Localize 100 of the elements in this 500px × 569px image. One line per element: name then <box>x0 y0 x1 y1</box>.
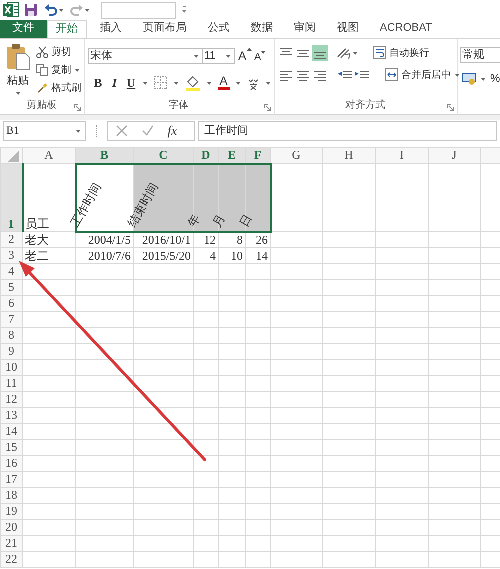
row-header[interactable]: 4 <box>0 264 22 280</box>
row-header[interactable]: 5 <box>0 280 22 296</box>
shrink-font-button[interactable]: A <box>254 50 266 64</box>
cell-text: 老二 <box>25 249 49 263</box>
caret-icon[interactable] <box>206 80 213 86</box>
font-size-select[interactable]: 11 <box>202 48 234 64</box>
save-icon[interactable] <box>24 3 38 17</box>
row-header[interactable]: 14 <box>0 424 22 440</box>
column-header[interactable]: J <box>428 148 480 164</box>
row-header[interactable]: 9 <box>0 344 22 360</box>
row-header[interactable]: 17 <box>0 472 22 488</box>
ribbon-tab[interactable]: 视图 <box>329 20 367 38</box>
dialog-launcher-icon[interactable] <box>446 104 454 111</box>
cell-text: 26 <box>256 233 268 247</box>
ribbon-tab[interactable]: 页面布局 <box>135 20 195 38</box>
column-header[interactable]: A <box>22 148 76 164</box>
row-header[interactable]: 3 <box>0 248 22 264</box>
customize-caret-icon[interactable] <box>181 5 188 15</box>
column-header[interactable]: F <box>246 148 270 164</box>
row-header[interactable]: 22 <box>0 552 22 568</box>
row-header[interactable]: 13 <box>0 408 22 424</box>
column-header[interactable]: E <box>218 148 246 164</box>
row-header[interactable]: 16 <box>0 456 22 472</box>
row-header[interactable]: 20 <box>0 520 22 536</box>
grow-font-button[interactable]: A <box>238 47 252 65</box>
row-header[interactable]: 19 <box>0 504 22 520</box>
row-header[interactable]: 8 <box>0 328 22 344</box>
scissors-icon <box>36 46 49 59</box>
cell-text: 员工 <box>26 217 50 231</box>
ribbon-tab[interactable]: 公式 <box>200 20 238 38</box>
caret-icon[interactable] <box>234 80 242 86</box>
wrap-text-button[interactable]: 自动换行 <box>372 46 430 60</box>
cell-text: 14 <box>256 249 268 263</box>
cell-text: 工作时间 <box>68 180 104 229</box>
file-tab[interactable]: 文件 <box>0 20 47 38</box>
row-header[interactable]: 12 <box>0 392 22 408</box>
insert-function-button[interactable]: fx <box>168 121 178 141</box>
cell-text: 结束时间 <box>126 180 161 229</box>
column-header[interactable]: C <box>134 148 194 164</box>
row-header[interactable]: 10 <box>0 360 22 376</box>
row-header[interactable]: 7 <box>0 312 22 328</box>
caret-icon[interactable] <box>480 76 486 82</box>
formula-field[interactable]: 工作时间 <box>198 121 498 141</box>
dialog-launcher-icon[interactable] <box>74 104 80 111</box>
group-label: 对齐方式 <box>346 98 386 113</box>
font-name-select[interactable]: 宋体 <box>88 48 202 64</box>
caret-icon[interactable] <box>264 80 272 86</box>
ribbon-tab[interactable]: 数据 <box>243 20 281 38</box>
copy-icon <box>36 64 49 77</box>
caret-up-icon <box>246 47 252 52</box>
ribbon-tab[interactable]: 开始 <box>47 20 87 38</box>
row-header[interactable]: 15 <box>0 440 22 456</box>
italic-button[interactable]: I <box>109 74 120 92</box>
caret-icon[interactable] <box>352 50 358 56</box>
quick-access-field[interactable] <box>100 2 176 18</box>
row-header[interactable]: 11 <box>0 376 22 392</box>
clipboard-icon <box>5 43 31 71</box>
paste-button[interactable]: 粘贴 <box>3 43 33 96</box>
ribbon-tab[interactable]: 审阅 <box>286 20 324 38</box>
row-header[interactable]: 2 <box>0 232 22 248</box>
caret-icon <box>74 67 82 74</box>
merge-cells-icon <box>384 68 398 82</box>
cell-text: 8 <box>237 233 243 247</box>
row-header[interactable]: 1 <box>0 164 22 232</box>
ribbon-tab[interactable]: 插入 <box>92 20 130 38</box>
caret-icon[interactable] <box>58 7 65 13</box>
column-header[interactable]: H <box>322 148 376 164</box>
caret-icon[interactable] <box>142 80 149 86</box>
font-color-button[interactable]: A <box>218 76 230 90</box>
group-label: 字体 <box>169 98 189 113</box>
merge-center-button[interactable]: 合并后居中 <box>384 68 461 82</box>
fill-color-icon[interactable] <box>185 76 201 90</box>
row-header[interactable]: 18 <box>0 488 22 504</box>
column-header[interactable]: I <box>376 148 428 164</box>
row-header[interactable]: 6 <box>0 296 22 312</box>
percent-button[interactable]: % <box>490 71 500 88</box>
column-header[interactable]: D <box>194 148 218 164</box>
column-header[interactable]: G <box>270 148 322 164</box>
currency-icon[interactable] <box>462 72 478 86</box>
caret-icon <box>224 53 232 59</box>
column-header[interactable]: B <box>76 148 134 164</box>
copy-button[interactable]: 复制 <box>36 62 82 78</box>
dialog-launcher-icon[interactable] <box>264 104 270 111</box>
caret-icon[interactable] <box>173 80 180 86</box>
orientation-icon[interactable] <box>336 46 352 60</box>
row-header[interactable]: 21 <box>0 536 22 552</box>
cut-button[interactable]: 剪切 <box>36 45 82 60</box>
underline-button[interactable]: U <box>126 74 137 92</box>
wrap-text-icon <box>372 46 386 60</box>
format-painter-button[interactable]: 格式刷 <box>36 80 82 96</box>
undo-icon[interactable] <box>44 3 58 17</box>
ribbon-tab[interactable]: ACROBAT <box>372 20 440 38</box>
cell-text: 2004/1/5 <box>88 233 131 247</box>
bold-button[interactable]: B <box>92 74 104 92</box>
number-format-select[interactable]: 常规 <box>460 47 500 63</box>
caret-icon[interactable] <box>84 7 92 13</box>
cell-text: 月 <box>210 212 228 229</box>
name-box[interactable]: B1 <box>2 121 86 141</box>
align-bottom-icon[interactable] <box>312 45 328 61</box>
borders-icon[interactable] <box>154 76 168 90</box>
